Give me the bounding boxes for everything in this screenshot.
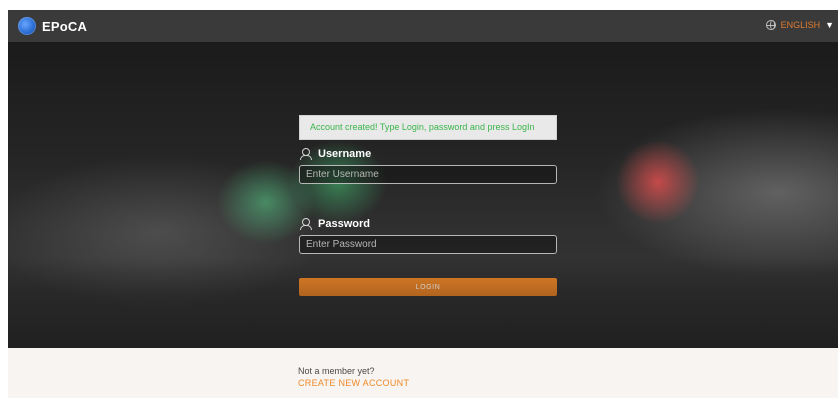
language-selector[interactable]: ENGLISH ▼	[765, 20, 834, 30]
user-icon	[299, 218, 312, 230]
caret-down-icon: ▼	[825, 20, 834, 30]
not-member-text: Not a member yet?	[298, 366, 375, 376]
brand-logo-icon	[18, 17, 36, 35]
globe-icon	[765, 20, 776, 30]
brand-name: EPoCA	[42, 18, 88, 34]
account-created-notice: Account created! Type Login, password an…	[299, 115, 557, 140]
login-hero: Account created! Type Login, password an…	[8, 42, 838, 348]
login-button[interactable]: LOGIN	[299, 278, 557, 296]
create-account-link[interactable]: CREATE NEW ACCOUNT	[298, 378, 409, 388]
brand[interactable]: EPoCA	[18, 16, 87, 36]
top-navbar: EPoCA ENGLISH ▼	[8, 10, 838, 42]
username-label-row: Username	[299, 148, 371, 160]
username-label: Username	[318, 148, 372, 160]
password-input[interactable]	[299, 235, 557, 254]
language-selected: ENGLISH	[780, 20, 821, 30]
password-label-row: Password	[299, 218, 370, 230]
footer: Not a member yet? CREATE NEW ACCOUNT	[8, 348, 838, 398]
username-input[interactable]	[299, 165, 557, 184]
password-label: Password	[318, 218, 370, 230]
user-icon	[299, 148, 312, 160]
